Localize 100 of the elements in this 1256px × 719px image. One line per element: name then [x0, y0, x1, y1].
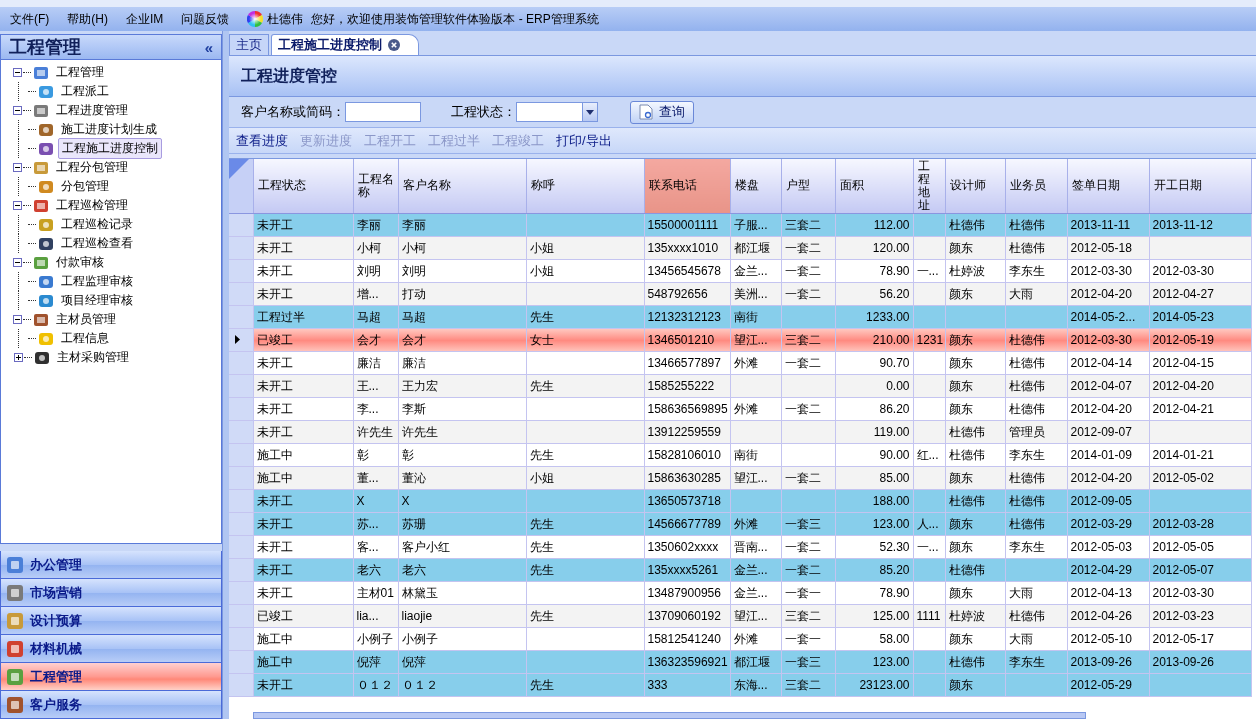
table-cell: 杜德伟: [1005, 604, 1067, 628]
tree-item[interactable]: 工程监理审核: [58, 272, 136, 291]
table-cell: 杜德伟: [945, 489, 1005, 513]
menu-item[interactable]: 文件(F): [10, 10, 50, 28]
table-cell: 先生: [526, 305, 644, 329]
tree-item[interactable]: 工程巡检管理: [53, 196, 131, 215]
tab[interactable]: 工程施工进度控制: [271, 34, 419, 55]
tree-item[interactable]: 项目经理审核: [58, 291, 136, 310]
table-cell: 许先生: [353, 420, 398, 444]
module-icon: [6, 583, 24, 602]
status-dropdown[interactable]: [516, 102, 598, 122]
tab[interactable]: 主页: [229, 34, 269, 55]
nav-button[interactable]: 办公管理: [0, 551, 222, 579]
tree-item[interactable]: 工程派工: [58, 82, 112, 101]
column-header[interactable]: 签单日期: [1067, 159, 1149, 214]
column-header[interactable]: 联系电话: [644, 159, 730, 214]
expander-icon[interactable]: [13, 315, 22, 324]
tree-item[interactable]: 工程巡检记录: [58, 215, 136, 234]
toolbar-button[interactable]: 打印/导出: [556, 131, 612, 150]
nav-button[interactable]: 工程管理: [0, 663, 222, 691]
close-icon[interactable]: [388, 39, 400, 51]
table-cell: 刘明: [353, 259, 398, 283]
table-cell: 2012-05-19: [1149, 328, 1251, 352]
node-icon: [33, 159, 49, 176]
table-cell: 2012-04-20: [1067, 466, 1149, 490]
column-header[interactable]: 工程状态: [253, 159, 353, 214]
tree-item[interactable]: 付款审核: [53, 253, 107, 272]
table-cell: 112.00: [835, 213, 913, 237]
expander-icon[interactable]: [14, 353, 23, 362]
corner-cell[interactable]: [229, 159, 253, 214]
tree-item[interactable]: 工程分包管理: [53, 158, 131, 177]
column-header[interactable]: 称呼: [526, 159, 644, 214]
table-cell: 颜东: [945, 397, 1005, 421]
table-cell: 123.00: [835, 512, 913, 536]
expander-icon[interactable]: [13, 163, 22, 172]
expander-icon[interactable]: [13, 68, 22, 77]
table-cell: 三套二: [781, 213, 835, 237]
nav-button[interactable]: 客户服务: [0, 691, 222, 719]
column-header[interactable]: 业务员: [1005, 159, 1067, 214]
nav-button[interactable]: 材料机械: [0, 635, 222, 663]
column-header[interactable]: 工程地址: [913, 159, 945, 214]
table-cell: X: [353, 489, 398, 513]
table-cell: 杜德伟: [1005, 213, 1067, 237]
column-header[interactable]: 开工日期: [1149, 159, 1251, 214]
tree-item[interactable]: 主材员管理: [53, 310, 119, 329]
tree-item[interactable]: 工程管理: [53, 63, 107, 82]
expander-icon[interactable]: [13, 258, 22, 267]
table-cell: 2013-09-26: [1067, 650, 1149, 674]
tree-item[interactable]: 主材采购管理: [54, 348, 132, 367]
column-header[interactable]: 户型: [781, 159, 835, 214]
tree-item[interactable]: 工程进度管理: [53, 101, 131, 120]
table-cell: 东海...: [730, 673, 781, 697]
tree-item[interactable]: 分包管理: [58, 177, 112, 196]
table-cell: 120.00: [835, 236, 913, 260]
column-header[interactable]: 客户名称: [398, 159, 526, 214]
tree-item[interactable]: 工程施工进度控制: [58, 138, 162, 159]
table-cell: 未开工: [253, 374, 353, 398]
table-cell: 2012-05-18: [1067, 236, 1149, 260]
table-cell: 杜德伟: [1005, 328, 1067, 352]
table-cell: 大雨: [1005, 627, 1067, 651]
column-header[interactable]: 面积: [835, 159, 913, 214]
table-cell: 小例子: [353, 627, 398, 651]
table-cell: 金兰...: [730, 558, 781, 582]
horizontal-scrollbar[interactable]: [253, 712, 1086, 719]
table-cell: 2012-04-21: [1149, 397, 1251, 421]
customer-field[interactable]: [345, 102, 421, 122]
node-icon: [38, 273, 54, 290]
table-cell: 135xxxx5261: [644, 558, 730, 582]
table-cell: 一套二: [781, 466, 835, 490]
table-cell: 未开工: [253, 351, 353, 375]
row-header[interactable]: [229, 328, 253, 352]
expander-icon[interactable]: [13, 106, 22, 115]
column-header[interactable]: 设计师: [945, 159, 1005, 214]
table-cell: 一套二: [781, 282, 835, 306]
nav-button[interactable]: 设计预算: [0, 607, 222, 635]
table-cell: 大雨: [1005, 581, 1067, 605]
expander-icon[interactable]: [13, 201, 22, 210]
table-cell: 一套二: [781, 236, 835, 260]
table-cell: 未开工: [253, 213, 353, 237]
tree-item[interactable]: 施工进度计划生成: [58, 120, 160, 139]
table-cell: 未开工: [253, 259, 353, 283]
nav-button[interactable]: 市场营销: [0, 579, 222, 607]
table-cell: 13912259559: [644, 420, 730, 444]
table-cell: lia...: [353, 604, 398, 628]
column-header[interactable]: 楼盘: [730, 159, 781, 214]
tree-item[interactable]: 工程信息: [58, 329, 112, 348]
collapse-button[interactable]: «: [204, 38, 213, 56]
menu-item[interactable]: 问题反馈: [181, 10, 230, 28]
menu-item[interactable]: 企业IM: [126, 10, 164, 28]
node-icon: [38, 292, 54, 309]
table-cell: 2012-03-30: [1149, 581, 1251, 605]
tree-item[interactable]: 工程巡检查看: [58, 234, 136, 253]
table-cell: 78.90: [835, 581, 913, 605]
table-cell: 小姐: [526, 236, 644, 260]
toolbar-button[interactable]: 查看进度: [236, 131, 288, 150]
search-button[interactable]: 查询: [630, 100, 694, 124]
column-header[interactable]: 工程名称: [353, 159, 398, 214]
node-icon: [33, 254, 49, 271]
table-cell: 晋南...: [730, 535, 781, 559]
menu-item[interactable]: 帮助(H): [67, 10, 108, 28]
